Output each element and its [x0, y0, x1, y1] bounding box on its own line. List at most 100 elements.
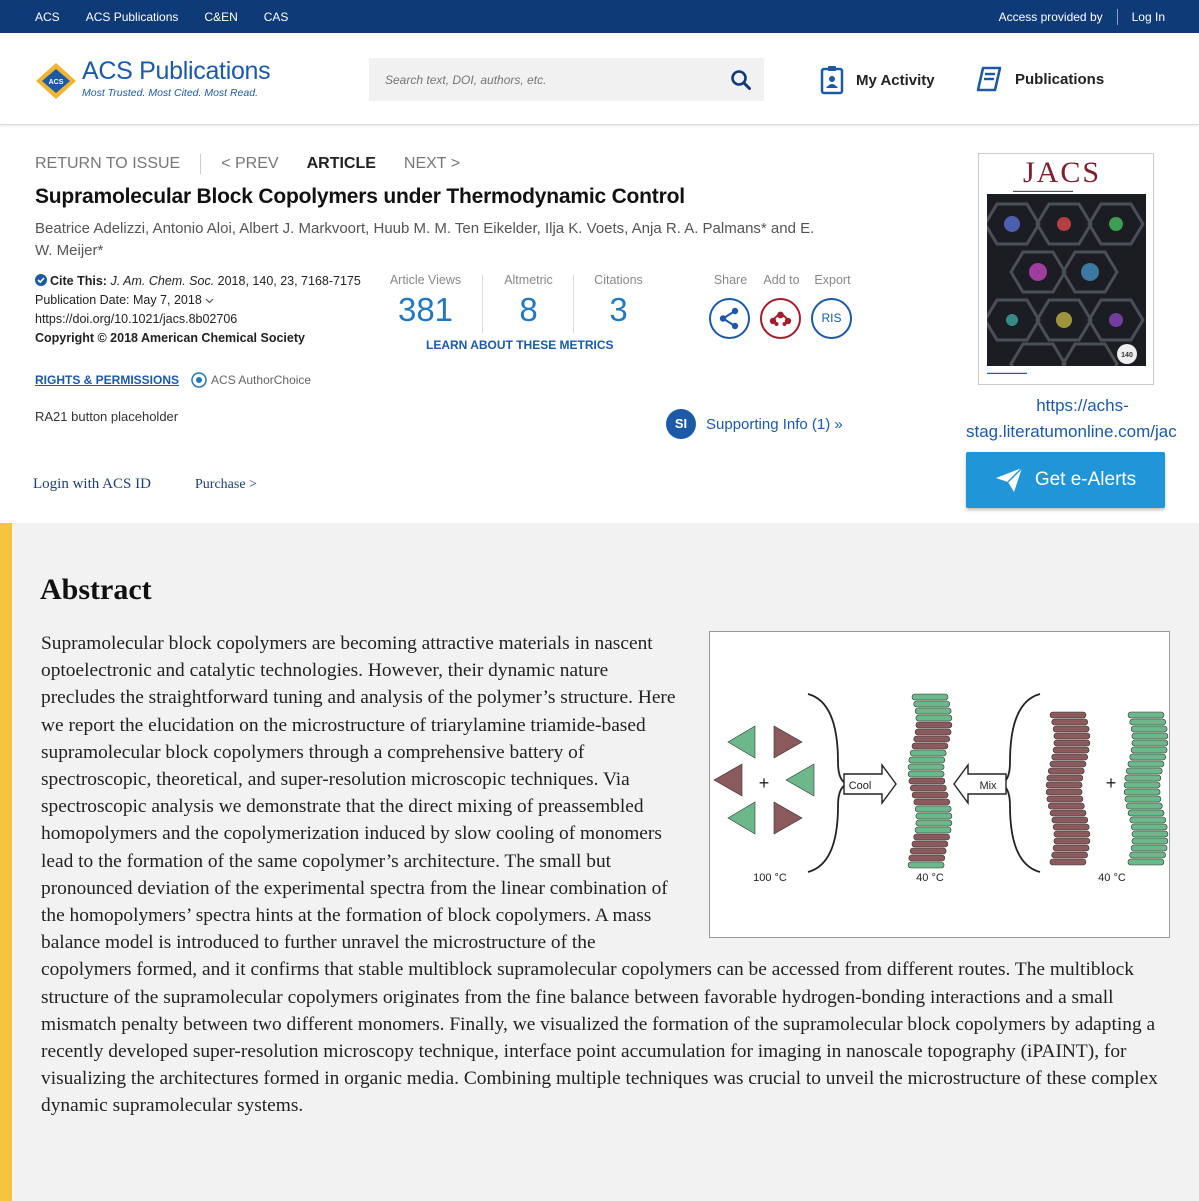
supporting-info-link[interactable]: SI Supporting Info (1) »	[666, 409, 843, 439]
add-to-mendeley-button[interactable]	[760, 298, 801, 339]
metric-altmetric-value: 8	[519, 291, 538, 328]
topbar-link-cas[interactable]: CAS	[264, 10, 289, 24]
cover-url-link[interactable]: https://achs- stag.literatumonline.com/j…	[966, 393, 1199, 445]
homopolymer-brown-disc	[1045, 788, 1083, 796]
monomer-triangle	[785, 763, 815, 797]
topbar-link-cen[interactable]: C&EN	[204, 10, 237, 24]
homopolymer-green-disc	[1129, 816, 1167, 824]
homopolymer-green-disc	[1130, 823, 1168, 831]
homopolymer-brown-disc	[1051, 816, 1089, 824]
paper-plane-icon	[995, 467, 1023, 492]
cite-this-label[interactable]: Cite This:	[50, 274, 107, 288]
cover-journal-title: JACS	[1023, 156, 1102, 189]
homopolymer-green-disc	[1124, 795, 1162, 803]
homopolymer-brown-disc	[1052, 746, 1090, 754]
copolymer-stack-disc	[913, 700, 951, 708]
site-header: ACS ACS Publications Most Trusted. Most …	[0, 33, 1199, 125]
prev-link[interactable]: < PREV	[221, 155, 278, 173]
article-metrics: Article Views 381 Altmetric 8 Citations …	[378, 273, 658, 333]
rights-row: RIGHTS & PERMISSIONS ACS AuthorChoice	[35, 372, 311, 388]
homopolymer-brown-disc	[1049, 711, 1087, 719]
homopolymer-brown-disc	[1045, 781, 1083, 789]
export-ris-button[interactable]: RIS	[811, 298, 852, 339]
homopolymer-brown-disc	[1049, 858, 1087, 866]
homopolymer-green-disc	[1126, 802, 1163, 810]
temp-label-right: 40 °C	[1098, 872, 1126, 884]
logo-name: ACS Publications	[82, 57, 271, 85]
ris-label: RIS	[821, 311, 842, 325]
homopolymer-brown-disc	[1049, 760, 1087, 768]
author-list[interactable]: Beatrice Adelizzi, Antonio Aloi, Albert …	[35, 218, 815, 262]
authorchoice-badge[interactable]: ACS AuthorChoice	[191, 372, 311, 388]
share-button[interactable]	[709, 298, 750, 339]
toc-graphic[interactable]: + Cool Mix +100 °C 40 °C 40 °C	[709, 631, 1170, 938]
metric-views[interactable]: Article Views 381	[378, 273, 473, 329]
cite-volume-pages: 2018, 140, 23, 7168-7175	[217, 274, 361, 288]
publications-link[interactable]: Publications	[975, 65, 1104, 93]
mix-label: Mix	[979, 780, 997, 792]
homopolymer-green-disc	[1125, 767, 1163, 775]
search-icon[interactable]	[730, 69, 752, 91]
journal-cover[interactable]: ▬▬▬▬▬▬▬▬▬▬▬▬▬▬▬ JACS 140 ▬▬▬▬▬▬▬▬▬▬	[978, 153, 1154, 385]
homopolymer-green-disc	[1123, 781, 1161, 789]
copolymer-stack-disc	[908, 854, 946, 862]
cover-artwork: 140	[987, 194, 1146, 366]
ealerts-label: Get e-Alerts	[1034, 469, 1137, 490]
learn-metrics-link[interactable]: LEARN ABOUT THESE METRICS	[426, 338, 614, 352]
copolymer-stack-disc	[915, 714, 953, 722]
metric-citations-value: 3	[609, 291, 628, 328]
login-link[interactable]: Log In	[1132, 10, 1165, 24]
cover-url-line2: stag.literatumonline.com/jac	[966, 422, 1177, 441]
homopolymer-green-disc	[1127, 858, 1165, 866]
abstract-accent-bar	[0, 523, 12, 1201]
get-ealerts-button[interactable]: Get e-Alerts	[966, 452, 1165, 508]
metric-altmetric[interactable]: Altmetric 8	[481, 273, 576, 329]
rights-permissions-link[interactable]: RIGHTS & PERMISSIONS	[35, 373, 179, 387]
abstract-body: + Cool Mix +100 °C 40 °C 40 °C Supramolecular…	[41, 630, 1173, 1120]
abstract-heading: Abstract	[40, 573, 152, 606]
copolymer-stack-disc	[915, 812, 953, 820]
homopolymer-green-disc	[1127, 760, 1165, 768]
temp-label-middle: 40 °C	[916, 872, 944, 884]
metric-altmetric-label: Altmetric	[504, 273, 553, 287]
homopolymer-brown-disc	[1053, 837, 1091, 845]
article-tab[interactable]: ARTICLE	[307, 155, 376, 173]
toc-plus-left: +	[759, 773, 770, 793]
topbar-link-acs-publications[interactable]: ACS Publications	[86, 10, 179, 24]
homopolymer-brown-disc	[1051, 753, 1089, 761]
next-link[interactable]: NEXT >	[404, 155, 460, 173]
homopolymer-brown-disc	[1046, 795, 1084, 803]
topbar-link-acs[interactable]: ACS	[35, 10, 60, 24]
access-provided-text: Access provided by	[998, 9, 1103, 24]
homopolymer-green-disc	[1124, 774, 1162, 782]
toc-plus-right: +	[1106, 773, 1117, 793]
topbar-divider	[1116, 8, 1118, 25]
copolymer-stack-disc	[914, 805, 952, 813]
add-to-label: Add to	[763, 273, 800, 287]
monomer-triangle	[727, 801, 756, 835]
export-label: Export	[814, 273, 851, 287]
return-to-issue-link[interactable]: RETURN TO ISSUE	[35, 155, 180, 173]
copyright-text: Copyright © 2018 American Chemical Socie…	[35, 331, 305, 345]
chevron-down-icon[interactable]	[205, 298, 214, 304]
metric-citations[interactable]: Citations 3	[571, 273, 666, 329]
homopolymer-brown-disc	[1051, 718, 1089, 726]
copolymer-stack-disc	[913, 798, 951, 806]
temp-label-left: 100 °C	[753, 872, 787, 884]
copolymer-stack-disc	[911, 791, 949, 799]
login-acs-id-link[interactable]: Login with ACS ID	[33, 476, 151, 493]
copolymer-stack-disc	[910, 784, 947, 792]
homopolymer-brown-disc	[1046, 774, 1084, 782]
homopolymer-brown-disc	[1047, 767, 1085, 775]
doi-link[interactable]: https://doi.org/10.1021/jacs.8b02706	[35, 310, 365, 329]
share-label: Share	[713, 273, 748, 287]
monomer-triangle	[727, 725, 756, 759]
purchase-link[interactable]: Purchase >	[195, 477, 257, 493]
copolymer-stack-disc	[913, 735, 951, 743]
acs-publications-logo[interactable]: ACS ACS Publications Most Trusted. Most …	[34, 57, 274, 105]
my-activity-link[interactable]: My Activity	[820, 65, 935, 95]
homopolymer-brown-disc	[1048, 802, 1085, 810]
copolymer-stack-disc	[914, 728, 952, 736]
search-input[interactable]	[369, 58, 719, 101]
homopolymer-brown-disc	[1052, 844, 1090, 852]
